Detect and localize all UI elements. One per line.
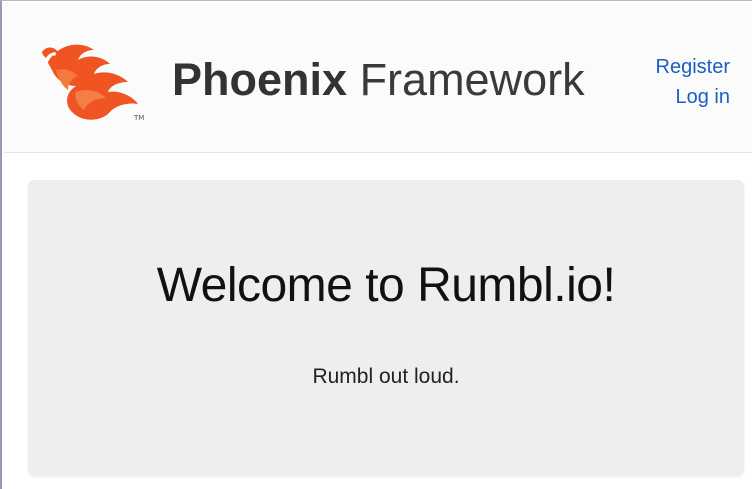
welcome-title: Welcome to Rumbl.io! bbox=[156, 259, 616, 312]
register-link[interactable]: Register bbox=[656, 52, 730, 82]
login-link[interactable]: Log in bbox=[656, 82, 731, 112]
brand-name-bold: Phoenix bbox=[172, 54, 348, 105]
trademark-label: TM bbox=[133, 114, 144, 122]
phoenix-logo-link[interactable]: TM Phoenix Framework bbox=[38, 40, 628, 130]
phoenix-bird-icon: TM bbox=[42, 44, 144, 122]
welcome-jumbotron: Welcome to Rumbl.io! Rumbl out loud. bbox=[28, 180, 744, 476]
browser-viewport: TM Phoenix Framework Register Log in Wel… bbox=[0, 0, 752, 489]
user-nav: Register Log in bbox=[656, 52, 730, 112]
brand-name: Phoenix Framework bbox=[172, 50, 585, 110]
welcome-subtitle: Rumbl out loud. bbox=[312, 365, 460, 388]
brand-name-light: Framework bbox=[359, 54, 585, 105]
site-header: TM Phoenix Framework Register Log in bbox=[4, 2, 752, 153]
